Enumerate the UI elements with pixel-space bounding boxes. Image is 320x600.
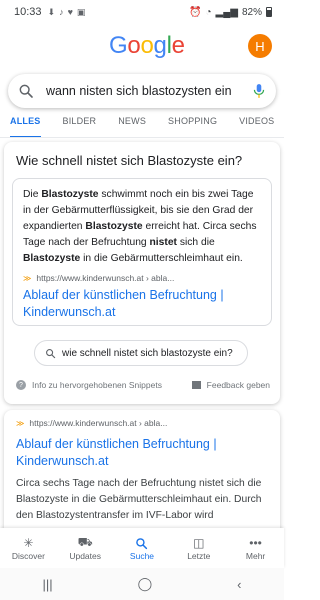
search-tabs: ALLES BILDER NEWS SHOPPING VIDEOS M [0, 112, 284, 138]
status-time: 10:33 [14, 6, 42, 18]
site-favicon-icon: ≫ [23, 273, 31, 283]
site-favicon-icon: ≫ [16, 418, 24, 428]
snippet-info-link[interactable]: Info zu hervorgehobenen Snippets [32, 380, 162, 390]
google-logo: Google [109, 32, 185, 59]
heart-icon: ♥ [67, 6, 73, 17]
snippet-source[interactable]: ≫ https://www.kinderwunsch.at › abla... [23, 273, 261, 283]
signal-icon: ▂▄▆ [215, 6, 238, 18]
snippet-bold-term: Blastozyste [85, 221, 143, 232]
image-icon: ▣ [76, 6, 86, 17]
home-icon[interactable]: ◯ [138, 576, 153, 592]
help-icon: ? [16, 380, 26, 390]
asterisk-icon: ✳ [23, 536, 34, 550]
tab-videos[interactable]: VIDEOS [239, 112, 274, 137]
microphone-icon[interactable] [252, 83, 266, 99]
search-icon[interactable] [18, 83, 34, 99]
tab-news[interactable]: NEWS [118, 112, 146, 137]
notification-icon: ♪ [59, 6, 64, 17]
tab-images[interactable]: BILDER [63, 112, 97, 137]
snippet-text-run: Die [23, 189, 42, 200]
related-question-label: wie schnell nistet sich blastozyste ein? [62, 347, 233, 359]
system-navigation-bar: ||| ◯ ‹ [0, 568, 284, 600]
snippet-bold-term: Blastozyste [23, 253, 81, 264]
search-icon [46, 348, 56, 358]
search-icon [135, 535, 148, 551]
related-question-chip[interactable]: wie schnell nistet sich blastozyste ein? [34, 340, 248, 366]
download-icon: ⬇ [47, 6, 56, 17]
battery-icon [266, 7, 272, 17]
notification-icons: ⬇ ♪ ♥ ▣ [48, 7, 86, 18]
snippet-text-run: in die Gebärmutterschleimhaut ein. [80, 253, 243, 264]
wifi-icon: ◔ [205, 6, 212, 18]
snippet-box[interactable]: Die Blastozyste schwimmt noch ein bis zw… [12, 178, 272, 326]
snippet-question: Wie schnell nistet sich Blastozyste ein? [16, 153, 243, 168]
nav-more[interactable]: ••• Mehr [230, 535, 282, 561]
feedback-button[interactable]: Feedback geben [191, 380, 270, 390]
nav-discover[interactable]: ✳ Discover [2, 535, 54, 561]
nav-search[interactable]: Suche [116, 535, 168, 561]
result-source[interactable]: ≫ https://www.kinderwunsch.at › abla... [16, 418, 268, 428]
snippet-source-url: https://www.kinderwunsch.at › abla... [36, 273, 175, 283]
recent-apps-icon[interactable]: ||| [42, 577, 52, 592]
snippet-text: Die Blastozyste schwimmt noch ein bis zw… [23, 187, 261, 267]
search-result-card[interactable]: ≫ https://www.kinderwunsch.at › abla... … [4, 410, 280, 530]
back-icon[interactable]: ‹ [237, 577, 241, 592]
alarm-icon: ⏰ [189, 6, 202, 18]
snippet-bold-term: nistet [149, 237, 177, 248]
result-source-url: https://www.kinderwunsch.at › abla... [29, 418, 168, 428]
updates-icon: ⛟ [77, 535, 93, 549]
tab-shopping[interactable]: SHOPPING [168, 112, 217, 137]
snippet-link-title[interactable]: Ablauf der künstlichen Befruchtung | Kin… [23, 287, 261, 321]
status-bar: 10:33 ⬇ ♪ ♥ ▣ ⏰ ◔ ▂▄▆ 82% [0, 0, 284, 24]
tab-all[interactable]: ALLES [10, 112, 41, 137]
app-header: Google H [0, 28, 284, 66]
nav-updates[interactable]: ⛟ Updates [59, 535, 111, 561]
nav-recent[interactable]: ◫ Letzte [173, 535, 225, 561]
snippet-bold-term: Blastozyste [41, 189, 99, 200]
result-description: Circa sechs Tage nach der Befruchtung ni… [16, 478, 262, 521]
featured-snippet-card: Wie schnell nistet sich Blastozyste ein?… [4, 142, 280, 404]
more-dots-icon: ••• [249, 536, 262, 550]
recent-tabs-icon: ◫ [193, 536, 205, 550]
result-title[interactable]: Ablauf der künstlichen Befruchtung | Kin… [16, 436, 268, 470]
battery-percent: 82% [241, 6, 262, 18]
feedback-icon [191, 381, 201, 389]
snippet-text-run: sich die [176, 237, 215, 248]
snippet-footer: ? Info zu hervorgehobenen Snippets Feedb… [16, 380, 270, 390]
account-avatar[interactable]: H [248, 34, 272, 58]
search-box[interactable] [8, 74, 276, 108]
search-input[interactable] [46, 84, 252, 98]
bottom-navigation: ✳ Discover ⛟ Updates Suche ◫ Letzte ••• … [0, 528, 284, 568]
feedback-label: Feedback geben [206, 380, 270, 390]
